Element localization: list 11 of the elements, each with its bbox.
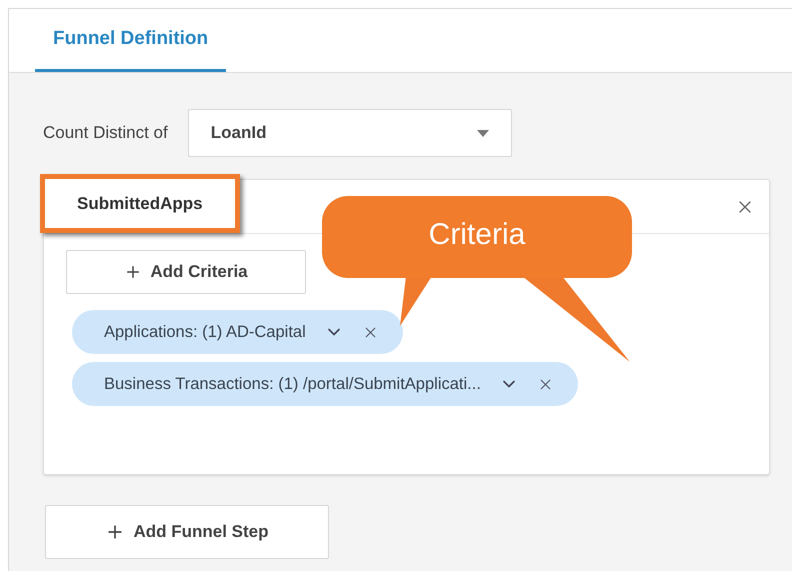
count-distinct-label: Count Distinct of: [43, 122, 168, 144]
criteria-chip[interactable]: Business Transactions: (1) /portal/SubmitApplicati...: [72, 362, 578, 406]
criteria-text: Applications: (1) AD-Capital: [104, 322, 306, 343]
callout-text: Criteria: [428, 217, 526, 253]
criteria-chip[interactable]: Applications: (1) AD-Capital: [72, 310, 403, 354]
criteria-text: Business Transactions: (1) /portal/SubmitApplicati...: [104, 374, 481, 395]
add-funnel-step-button[interactable]: Add Funnel Step: [45, 505, 329, 559]
step-name-label[interactable]: SubmittedApps: [40, 174, 240, 234]
count-distinct-dropdown[interactable]: LoanId: [188, 109, 512, 157]
add-criteria-button[interactable]: Add Criteria: [66, 250, 306, 294]
caret-icon: [476, 130, 489, 136]
